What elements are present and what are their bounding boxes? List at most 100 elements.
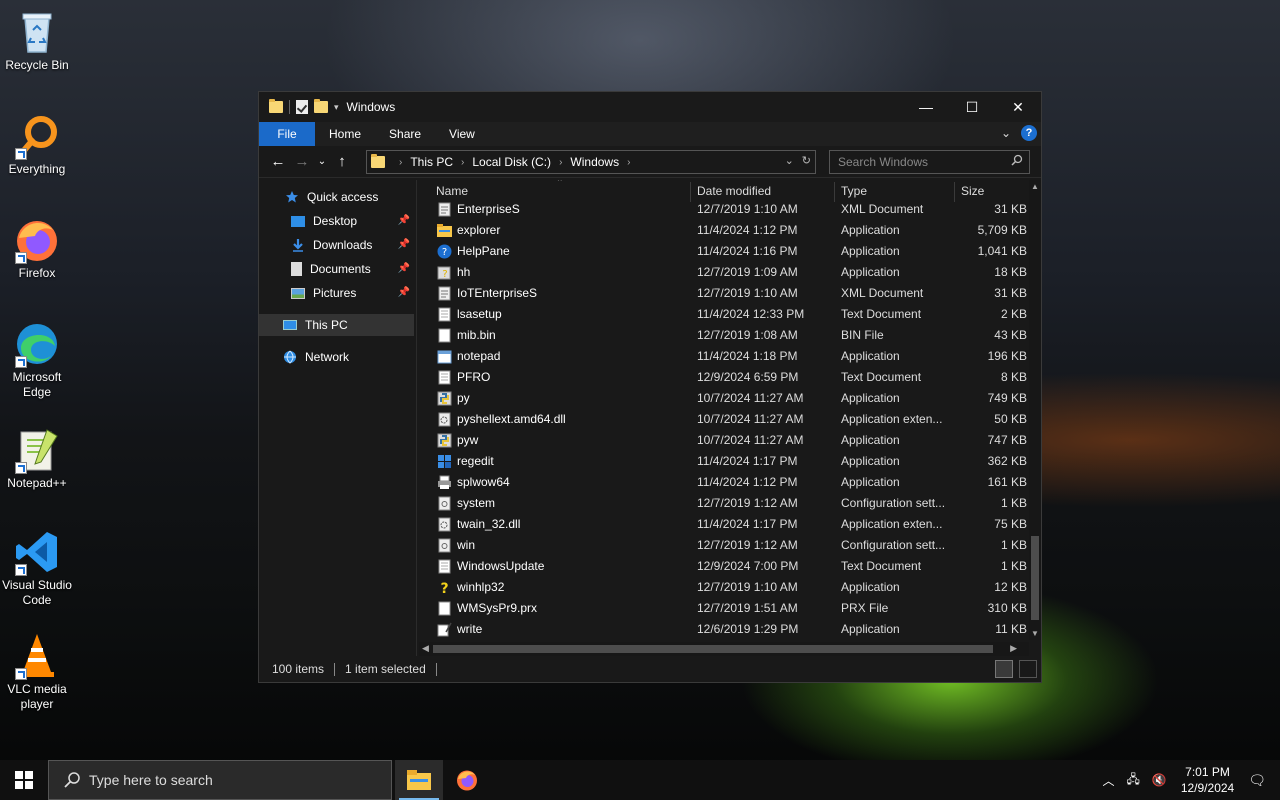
file-type: Application	[841, 580, 900, 594]
table-row[interactable]: WindowsUpdate 12/9/2024 7:00 PM Text Docum…	[419, 556, 1029, 577]
desktop-icon-vscode[interactable]: Visual Studio Code	[0, 528, 74, 608]
column-size[interactable]: Size	[961, 184, 984, 200]
breadcrumb-local-disk[interactable]: Local Disk (C:)	[472, 155, 551, 169]
vertical-scrollbar[interactable]: ▲ ▼	[1029, 180, 1041, 640]
table-row[interactable]: write 12/6/2019 1:29 PM Application 11 KB	[419, 619, 1029, 640]
table-row[interactable]: regedit 11/4/2024 1:17 PM Application 362 K…	[419, 451, 1029, 472]
scroll-up-icon[interactable]: ▲	[1031, 182, 1039, 191]
file-date: 12/7/2019 1:12 AM	[697, 496, 798, 510]
scroll-down-icon[interactable]: ▼	[1031, 629, 1039, 638]
title-bar[interactable]: ▾ Windows — ☐ ✕	[259, 92, 1041, 122]
properties-icon[interactable]	[296, 100, 308, 114]
table-row[interactable]: system 12/7/2019 1:12 AM Configuration set…	[419, 493, 1029, 514]
column-date-modified[interactable]: Date modified	[697, 184, 771, 200]
chevron-right-icon[interactable]: ›	[559, 157, 562, 168]
taskbar-firefox[interactable]	[443, 760, 491, 800]
table-row[interactable]: py 10/7/2024 11:27 AM Application 749 KB	[419, 388, 1029, 409]
customize-toolbar-icon[interactable]: ▾	[334, 102, 339, 113]
table-row[interactable]: IoTEnterpriseS 12/7/2019 1:10 AM XML Docum…	[419, 283, 1029, 304]
desktop-icon-everything[interactable]: Everything	[0, 112, 74, 177]
table-row[interactable]: splwow64 11/4/2024 1:12 PM Application 161 …	[419, 472, 1029, 493]
desktop-icon-edge[interactable]: Microsoft Edge	[0, 320, 74, 400]
table-row[interactable]: pyw 10/7/2024 11:27 AM Application 747 KB	[419, 430, 1029, 451]
table-row[interactable]: notepad 11/4/2024 1:18 PM Application 196 K…	[419, 346, 1029, 367]
address-bar[interactable]: › This PC › Local Disk (C:) › Windows › …	[366, 150, 816, 174]
maximize-button[interactable]: ☐	[949, 92, 995, 122]
address-dropdown-icon[interactable]: ⌄	[785, 154, 794, 167]
details-view-icon[interactable]	[995, 660, 1013, 678]
pin-icon[interactable]: 📌	[398, 239, 410, 250]
refresh-icon[interactable]: ↻	[802, 154, 811, 167]
expand-ribbon-icon[interactable]: ⌄	[1001, 126, 1011, 140]
tab-view[interactable]: View	[435, 122, 489, 146]
taskbar-file-explorer[interactable]	[395, 760, 443, 800]
file-type: Application	[841, 244, 900, 258]
table-row[interactable]: win 12/7/2019 1:12 AM Configuration sett..…	[419, 535, 1029, 556]
show-hidden-icons-icon[interactable]: ︿	[1102, 772, 1114, 789]
up-arrow-icon[interactable]: ↑	[333, 153, 351, 170]
scroll-right-icon[interactable]: ▶	[1010, 643, 1017, 654]
nav-item-network[interactable]: Network	[259, 346, 414, 368]
taskbar-search-placeholder: Type here to search	[89, 772, 213, 788]
nav-item-documents[interactable]: Documents 📌	[259, 258, 414, 280]
new-folder-icon[interactable]	[314, 99, 328, 113]
forward-arrow-icon[interactable]: →	[293, 153, 311, 170]
nav-item-this-pc[interactable]: This PC	[259, 314, 414, 336]
nav-item-downloads[interactable]: Downloads 📌	[259, 234, 414, 256]
pin-icon[interactable]: 📌	[398, 215, 410, 226]
scrollbar-thumb[interactable]	[433, 645, 993, 653]
back-arrow-icon[interactable]: ←	[269, 153, 287, 170]
config-file-icon	[437, 538, 452, 553]
column-name[interactable]: Name	[436, 184, 468, 200]
table-row[interactable]: ? hh 12/7/2019 1:09 AM Application 18 KB	[419, 262, 1029, 283]
horizontal-scrollbar[interactable]: ◀ ▶	[419, 642, 1029, 656]
search-box[interactable]: Search Windows	[829, 150, 1030, 174]
recent-locations-chevron-icon[interactable]: ⌄	[317, 156, 327, 167]
table-row[interactable]: pyshellext.amd64.dll 10/7/2024 11:27 AM Ap…	[419, 409, 1029, 430]
chevron-right-icon[interactable]: ›	[461, 157, 464, 168]
chevron-right-icon[interactable]: ›	[627, 157, 630, 168]
desktop-icon-firefox[interactable]: Firefox	[0, 216, 74, 281]
nav-item-desktop[interactable]: Desktop 📌	[259, 210, 414, 232]
scrollbar-thumb[interactable]	[1031, 536, 1039, 620]
table-row[interactable]: ? winhlp32 12/7/2019 1:10 AM Application 12 …	[419, 577, 1029, 598]
scroll-left-icon[interactable]: ◀	[422, 643, 429, 654]
table-row[interactable]: mib.bin 12/7/2019 1:08 AM BIN File 43 KB	[419, 325, 1029, 346]
large-icons-view-icon[interactable]	[1019, 660, 1037, 678]
breadcrumb-this-pc[interactable]: This PC	[410, 155, 453, 169]
pin-icon[interactable]: 📌	[398, 263, 410, 274]
tab-home[interactable]: Home	[315, 122, 375, 146]
help-icon[interactable]: ?	[1021, 125, 1037, 141]
table-row[interactable]: EnterpriseS 12/7/2019 1:10 AM XML Document…	[419, 199, 1029, 220]
desktop-icon-recycle-bin[interactable]: Recycle Bin	[0, 8, 74, 73]
firefox-icon	[13, 216, 61, 264]
nav-item-quick-access[interactable]: Quick access	[259, 186, 414, 208]
minimize-button[interactable]: —	[903, 92, 949, 122]
breadcrumb-windows[interactable]: Windows	[570, 155, 619, 169]
table-row[interactable]: twain_32.dll 11/4/2024 1:17 PM Application…	[419, 514, 1029, 535]
table-row[interactable]: lsasetup 11/4/2024 12:33 PM Text Document 2…	[419, 304, 1029, 325]
table-row[interactable]: WMSysPr9.prx 12/7/2019 1:51 AM PRX File 310…	[419, 598, 1029, 619]
table-row[interactable]: ? HelpPane 11/4/2024 1:16 PM Application 1,0…	[419, 241, 1029, 262]
pin-icon[interactable]: 📌	[398, 287, 410, 298]
table-row[interactable]: PFRO 12/9/2024 6:59 PM Text Document 8 KB	[419, 367, 1029, 388]
network-icon[interactable]: 🖧	[1126, 770, 1139, 791]
notifications-icon[interactable]: 🗨	[1248, 772, 1266, 789]
column-type[interactable]: Type	[841, 184, 867, 200]
nav-item-pictures[interactable]: Pictures 📌	[259, 282, 414, 304]
system-tray: ︿ 🖧 🔇 7:01 PM 12/9/2024 🗨	[1096, 760, 1280, 800]
desktop-icon-vlc[interactable]: VLC media player	[0, 632, 74, 712]
close-button[interactable]: ✕	[995, 92, 1041, 122]
tab-file[interactable]: File	[259, 122, 315, 146]
tab-share[interactable]: Share	[375, 122, 435, 146]
clock[interactable]: 7:01 PM 12/9/2024	[1181, 764, 1234, 796]
svg-text:?: ?	[442, 247, 447, 258]
desktop-icon-notepad-plus-plus[interactable]: Notepad++	[0, 426, 74, 491]
start-button[interactable]	[0, 760, 48, 800]
table-row[interactable]: explorer 11/4/2024 1:12 PM Application 5,70…	[419, 220, 1029, 241]
taskbar-search-box[interactable]: Type here to search	[48, 760, 392, 800]
file-name: HelpPane	[457, 244, 510, 258]
volume-muted-icon[interactable]: 🔇	[1152, 773, 1167, 787]
chevron-right-icon[interactable]: ›	[399, 157, 402, 168]
file-size: 1 KB	[1000, 496, 1027, 510]
